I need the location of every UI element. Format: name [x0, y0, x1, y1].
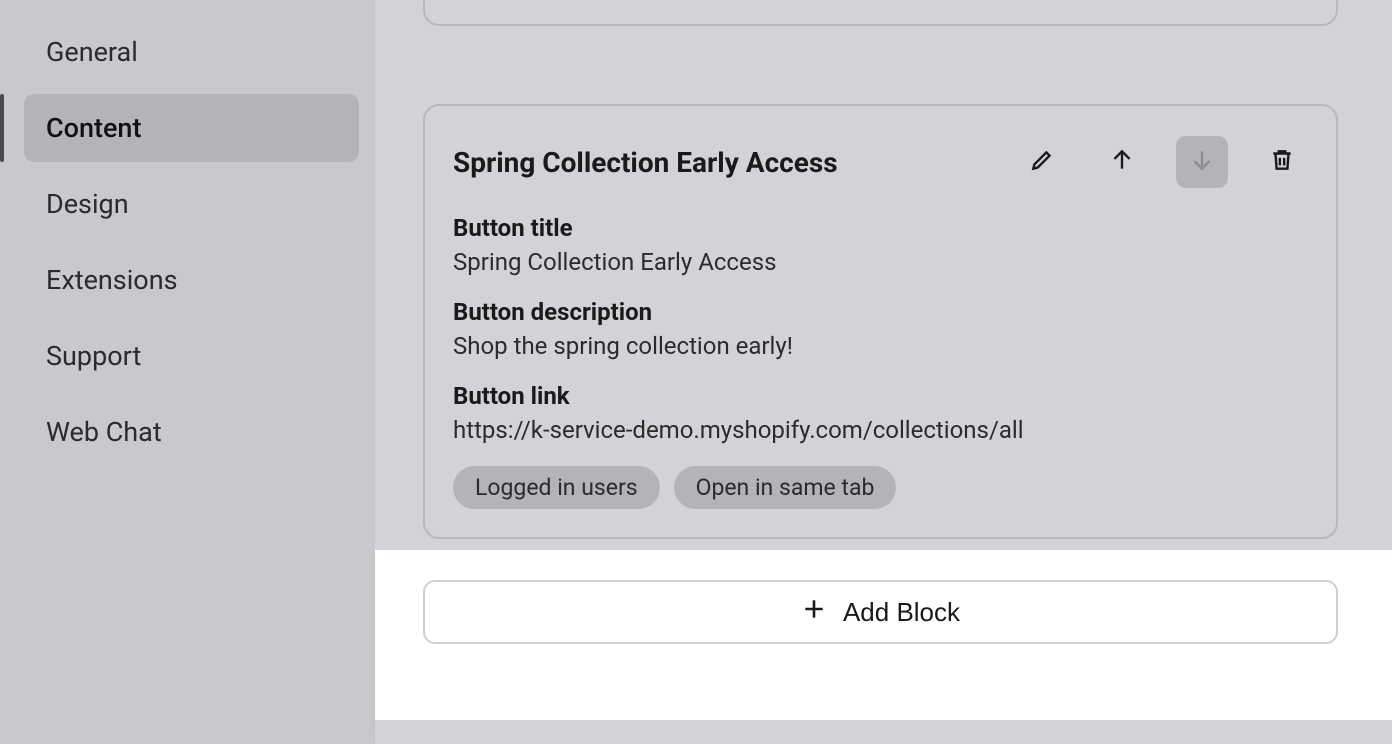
arrow-up-icon [1109, 147, 1135, 177]
tag-logged-in-users: Logged in users [453, 466, 660, 509]
block-header: Spring Collection Early Access [453, 136, 1308, 188]
sidebar-item-extensions[interactable]: Extensions [24, 246, 359, 314]
edit-button[interactable] [1016, 136, 1068, 188]
field-button-link: Button link https://k-service-demo.mysho… [453, 382, 1308, 444]
block-title: Spring Collection Early Access [453, 146, 838, 179]
move-up-button[interactable] [1096, 136, 1148, 188]
add-block-label: Add Block [843, 597, 960, 628]
sidebar-item-label: Design [46, 188, 129, 220]
sidebar-item-label: Content [46, 112, 141, 144]
arrow-down-icon [1189, 147, 1215, 177]
sidebar-item-label: Extensions [46, 264, 178, 296]
block-tags: Logged in users Open in same tab [453, 466, 1308, 509]
bottom-panel: Add Block [375, 550, 1392, 744]
main-content: Spring Collection Early Access [375, 0, 1392, 744]
sidebar-item-design[interactable]: Design [24, 170, 359, 238]
sidebar: General Content Design Extensions Suppor… [0, 0, 375, 744]
delete-button[interactable] [1256, 136, 1308, 188]
field-button-title: Button title Spring Collection Early Acc… [453, 214, 1308, 276]
move-down-button [1176, 136, 1228, 188]
sidebar-item-web-chat[interactable]: Web Chat [24, 398, 359, 466]
block-actions [1016, 136, 1308, 188]
field-label: Button title [453, 214, 1308, 242]
field-value: Shop the spring collection early! [453, 332, 1308, 360]
sidebar-item-content[interactable]: Content [24, 94, 359, 162]
sidebar-item-label: Web Chat [46, 416, 162, 448]
sidebar-item-label: Support [46, 340, 141, 372]
trash-icon [1269, 147, 1295, 177]
sidebar-item-general[interactable]: General [24, 18, 359, 86]
tag-open-same-tab: Open in same tab [674, 466, 897, 509]
previous-block-card [423, 0, 1338, 26]
add-block-button[interactable]: Add Block [423, 580, 1338, 644]
sidebar-list: General Content Design Extensions Suppor… [0, 18, 375, 466]
sidebar-item-label: General [46, 36, 138, 68]
block-card: Spring Collection Early Access [423, 104, 1338, 539]
field-value: Spring Collection Early Access [453, 248, 1308, 276]
field-label: Button description [453, 298, 1308, 326]
field-value: https://k-service-demo.myshopify.com/col… [453, 416, 1308, 444]
plus-icon [801, 596, 827, 629]
field-label: Button link [453, 382, 1308, 410]
sidebar-item-support[interactable]: Support [24, 322, 359, 390]
field-button-description: Button description Shop the spring colle… [453, 298, 1308, 360]
pencil-icon [1029, 147, 1055, 177]
